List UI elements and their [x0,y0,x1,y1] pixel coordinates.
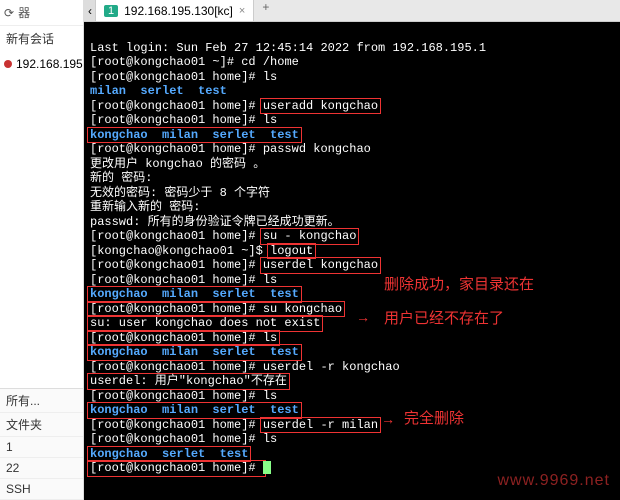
term-cmd: ls [263,389,277,403]
tab-add-button[interactable]: + [254,0,277,21]
sidebar-header: ⟳ 器 [0,0,83,26]
status-dot-icon [4,60,12,68]
term-prompt: [root@kongchao01 ~]# [90,55,241,69]
term-cmd-boxed: userdel -r milan [263,418,378,432]
term-output: 更改用户 kongchao 的密码 。 [90,157,265,171]
filter-folder[interactable]: 文件夹 [0,413,83,437]
term-prompt: [root@kongchao01 home]# [90,432,263,446]
term-prompt: [root@kongchao01 home]# [90,113,263,127]
annotation-user-not-exist: 用户已经不存在了 [384,312,504,327]
term-cmd-boxed: userdel kongchao [263,258,378,272]
term-prompt: [root@kongchao01 home]# [90,331,263,345]
sidebar: ⟳ 器 新有会话 192.168.195. 所有... 文件夹 1 22 SSH [0,0,84,500]
sidebar-bottom-panel: 所有... 文件夹 1 22 SSH [0,388,83,500]
term-prompt: [root@kongchao01 home]# [90,99,263,113]
term-prompt: [root@kongchao01 home]# [90,461,263,475]
ip-text: 192.168.195. [16,57,83,71]
tab-label: 192.168.195.130[kc] [124,4,233,18]
tab-bar: ‹ 1 192.168.195.130[kc] × + [84,0,620,22]
term-cmd: cd /home [241,55,299,69]
arrow-icon: → [384,414,392,429]
tab-prev[interactable]: ‹ [84,0,96,21]
term-output: passwd: 所有的身份验证令牌已经成功更新。 [90,215,340,229]
sidebar-ip-entry[interactable]: 192.168.195. [0,51,83,77]
term-output-boxed: userdel: 用户"kongchao"不存在 [90,374,287,388]
term-prompt: [root@kongchao01 home]# [90,418,263,432]
term-prompt: [root@kongchao01 home]# [90,360,263,374]
term-prompt: [root@kongchao01 home]# [90,389,263,403]
term-output-boxed: kongchao serlet test [90,447,248,461]
term-cmd: su kongchao [263,302,342,316]
cursor-icon [263,461,271,474]
term-output-boxed: kongchao milan serlet test [90,403,299,417]
term-cmd: userdel -r kongchao [263,360,400,374]
tab-active[interactable]: 1 192.168.195.130[kc] × [96,0,254,21]
term-cmd: ls [263,113,277,127]
filter-ssh[interactable]: SSH [0,479,83,500]
term-cmd: ls [263,70,277,84]
term-prompt: [root@kongchao01 home]# [90,258,263,272]
term-output: milan serlet test [90,84,227,98]
arrow-icon: → [359,312,367,327]
term-prompt: [root@kongchao01 home]# [90,70,263,84]
term-prompt: [root@kongchao01 home]# [90,229,263,243]
term-output-boxed: kongchao milan serlet test [90,287,299,301]
term-cmd-boxed: su - kongchao [263,229,357,243]
term-cmd-boxed: useradd kongchao [263,99,378,113]
term-cmd: ls [263,331,277,345]
term-output: 重新输入新的 密码: [90,200,200,214]
filter-22[interactable]: 22 [0,458,83,479]
term-cmd: ls [263,432,277,446]
session-label: 新有会话 [0,26,83,51]
term-output-boxed: kongchao milan serlet test [90,128,299,142]
tab-number-badge: 1 [104,5,118,17]
term-prompt: [root@kongchao01 home]# [90,273,263,287]
term-cmd-boxed: logout [270,244,313,258]
annotation-delete-success: 删除成功，家目录还在 [384,278,534,293]
term-line: Last login: Sun Feb 27 12:45:14 2022 fro… [90,41,486,55]
filter-all[interactable]: 所有... [0,389,83,413]
annotation-full-delete: 完全删除 [404,412,464,427]
term-output-boxed: kongchao milan serlet test [90,345,299,359]
term-cmd: passwd kongchao [263,142,371,156]
watermark-text: www.9969.net [497,474,610,489]
main-area: ‹ 1 192.168.195.130[kc] × + Last login: … [84,0,620,500]
sidebar-header-text: 器 [18,4,30,21]
term-output-boxed: su: user kongchao does not exist [90,316,320,330]
close-icon[interactable]: ⟳ [4,6,14,20]
term-cmd: ls [263,273,277,287]
chevron-left-icon: ‹ [88,4,92,18]
term-prompt: [root@kongchao01 home]# [90,302,263,316]
close-icon[interactable]: × [239,5,245,17]
filter-1[interactable]: 1 [0,437,83,458]
term-output: 新的 密码: [90,171,152,185]
term-prompt: [kongchao@kongchao01 ~]$ [90,244,270,258]
term-output: 无效的密码: 密码少于 8 个字符 [90,186,270,200]
term-prompt: [root@kongchao01 home]# [90,142,263,156]
terminal[interactable]: Last login: Sun Feb 27 12:45:14 2022 fro… [84,22,620,500]
